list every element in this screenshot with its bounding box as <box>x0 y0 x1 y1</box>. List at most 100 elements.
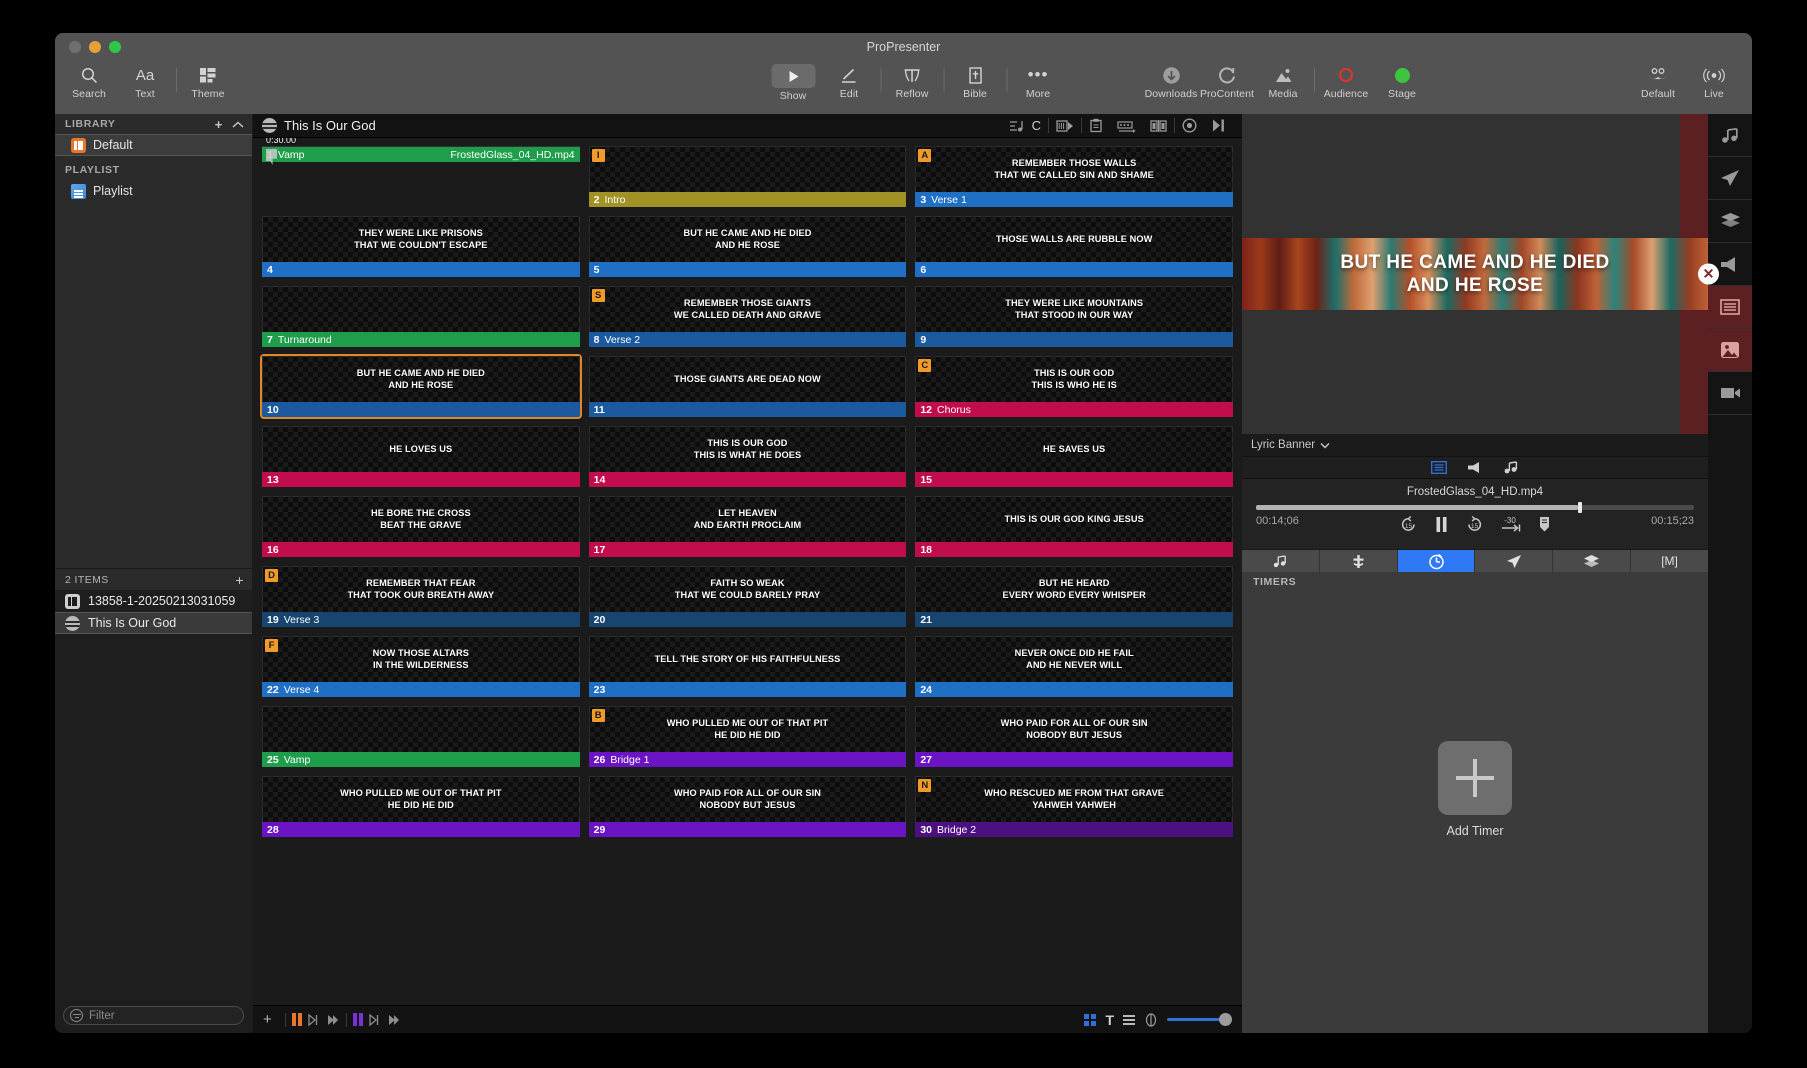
slide-cell[interactable]: F NOW THOSE ALTARS IN THE WILDERNESS 22 Ver… <box>262 636 580 697</box>
layer-selector-label[interactable]: Lyric Banner <box>1251 439 1315 451</box>
slide-cell[interactable]: HE BORE THE CROSS BEAT THE GRAVE 16 <box>262 496 580 557</box>
slide-label-bar[interactable]: 17 <box>588 542 907 557</box>
slide-hotkey-badge[interactable]: C <box>918 359 932 372</box>
toolbar-bible[interactable]: Bible <box>947 64 1003 102</box>
slide-cell[interactable]: I 2 Intro <box>588 146 907 207</box>
slide-cell[interactable]: THEY WERE LIKE PRISONS THAT WE COULDN'T … <box>262 216 580 277</box>
toolbar-reflow[interactable]: Reflow <box>884 64 940 102</box>
slide-hotkey-badge[interactable]: D <box>265 569 278 582</box>
toolbar-search[interactable]: Search <box>61 64 117 100</box>
add-item-button[interactable]: + <box>235 572 244 588</box>
media-playhead[interactable] <box>1577 502 1582 513</box>
compare-icon[interactable] <box>1143 119 1174 133</box>
toolbar-media[interactable]: Media <box>1255 64 1311 100</box>
clear-banner-button[interactable]: ✕ <box>1698 263 1719 285</box>
zoom-button[interactable] <box>109 41 121 53</box>
slide-cell[interactable]: BUT HE HEARD EVERY WORD EVERY WHISPER 21 <box>915 566 1233 627</box>
sidebar-item-default[interactable]: Default <box>55 134 252 156</box>
list-view-icon[interactable] <box>1123 1014 1135 1025</box>
slide-label-bar[interactable]: 23 <box>588 682 907 697</box>
slide-cell[interactable]: WHO PAID FOR ALL OF OUR SIN NOBODY BUT J… <box>915 706 1233 767</box>
slide-cell[interactable]: THOSE WALLS ARE RUBBLE NOW 6 <box>915 216 1233 277</box>
rail-video[interactable] <box>1708 372 1752 415</box>
slide-label-bar[interactable]: 13 <box>262 472 580 487</box>
slide-label-bar[interactable]: 18 <box>915 542 1233 557</box>
slide-cell[interactable]: THIS IS OUR GOD THIS IS WHAT HE DOES 14 <box>588 426 907 487</box>
toolbar-show[interactable]: Show <box>765 64 821 102</box>
announcement-tab[interactable] <box>1464 460 1486 476</box>
slide-label-bar[interactable]: 20 <box>588 612 907 627</box>
slide-label-bar[interactable]: 24 <box>915 682 1233 697</box>
tab-props[interactable] <box>1320 550 1398 572</box>
clipboard-icon[interactable] <box>1082 118 1110 133</box>
slide-cell[interactable]: HE LOVES US 13 <box>262 426 580 487</box>
tab-macros[interactable]: [M] <box>1631 550 1708 572</box>
toolbar-edit[interactable]: Edit <box>821 64 877 102</box>
slide-cell[interactable]: 7 Turnaround <box>262 286 580 347</box>
slide-label-bar[interactable]: 12 Chorus <box>915 402 1233 417</box>
minimize-button[interactable] <box>89 41 101 53</box>
slide-cell[interactable]: D REMEMBER THAT FEAR THAT TOOK OUR BREATH… <box>262 566 580 627</box>
slide-cell[interactable]: S REMEMBER THOSE GIANTS WE CALLED DEATH A… <box>588 286 907 347</box>
slide-label-bar[interactable]: 21 <box>915 612 1233 627</box>
slide-hotkey-badge[interactable]: I <box>591 149 605 162</box>
slide-cell[interactable]: 0:30.001VampFrostedGlass_04_HD.mp4 <box>262 138 580 207</box>
add-slide-button[interactable]: + <box>261 1011 279 1028</box>
slide-cell[interactable]: A REMEMBER THOSE WALLS THAT WE CALLED SIN… <box>915 146 1233 207</box>
slide-cell[interactable]: LET HEAVEN AND EARTH PROCLAIM 17 <box>588 496 907 557</box>
slide-transition-icon[interactable] <box>1049 119 1081 133</box>
slide-cell[interactable]: THIS IS OUR GOD KING JESUS 18 <box>915 496 1233 557</box>
slide-label-bar[interactable]: 22 Verse 4 <box>262 682 580 697</box>
close-button[interactable] <box>69 41 81 53</box>
zoom-slider[interactable] <box>1167 1013 1232 1027</box>
slide-cell[interactable]: BUT HE CAME AND HE DIED AND HE ROSE 10 <box>260 354 582 419</box>
toolbar-downloads[interactable]: Downloads <box>1143 64 1199 100</box>
add-library-button[interactable]: + <box>215 117 223 132</box>
add-timer-button[interactable] <box>1438 741 1512 815</box>
slide-label-bar[interactable]: 16 <box>262 542 580 557</box>
filter-input[interactable]: Filter <box>63 1006 244 1025</box>
slide-hotkey-badge[interactable]: F <box>265 639 278 652</box>
slide-label-bar[interactable]: 5 <box>588 262 907 277</box>
rail-banner[interactable] <box>1708 286 1752 329</box>
timeline-icon[interactable] <box>1110 119 1143 133</box>
slide-label-bar[interactable]: 27 <box>915 752 1233 767</box>
slide-tab[interactable] <box>1428 460 1450 476</box>
slide-label-bar[interactable]: 19 Verse 3 <box>262 612 580 627</box>
text-view-icon[interactable]: T <box>1105 1012 1114 1028</box>
slide-cell[interactable]: TELL THE STORY OF HIS FAITHFULNESS 23 <box>588 636 907 697</box>
slide-label-bar[interactable]: 10 <box>262 402 580 417</box>
toolbar-stage[interactable]: Stage <box>1374 64 1430 100</box>
slide-label-bar[interactable]: 28 <box>262 822 580 837</box>
forward-15-icon[interactable]: 15 <box>1465 515 1484 539</box>
slide-label-bar[interactable]: 30 Bridge 2 <box>915 822 1233 837</box>
toolbar-audience[interactable]: Audience <box>1318 64 1374 100</box>
toolbar-live[interactable]: Live <box>1686 64 1742 100</box>
slide-cell[interactable]: 25 Vamp <box>262 706 580 767</box>
slide-label-bar[interactable]: 25 Vamp <box>262 752 580 767</box>
slide-label-bar[interactable]: 2 Intro <box>588 192 907 207</box>
lyric-banner-preview[interactable]: BUT HE CAME AND HE DIED AND HE ROSE <box>1242 238 1708 310</box>
purple-transition-group[interactable] <box>352 1013 401 1027</box>
slide-label-bar[interactable]: 6 <box>915 262 1233 277</box>
slide-label-bar[interactable]: 29 <box>588 822 907 837</box>
slide-cell[interactable]: C THIS IS OUR GOD THIS IS WHO HE IS 12 Chor… <box>915 356 1233 417</box>
grid-view-icon[interactable] <box>1084 1013 1097 1026</box>
list-item[interactable]: 13858-1-20250213031059 <box>55 590 252 612</box>
toolbar-more[interactable]: ••• More <box>1010 64 1066 102</box>
slide-label-bar[interactable]: 11 <box>588 402 907 417</box>
slide-label-bar[interactable]: 7 Turnaround <box>262 332 580 347</box>
back-15-icon[interactable]: 15 <box>1399 515 1418 539</box>
record-icon[interactable] <box>1175 118 1204 133</box>
pause-icon[interactable] <box>1434 516 1449 538</box>
slide-cell[interactable]: THEY WERE LIKE MOUNTAINS THAT STOOD IN O… <box>915 286 1233 347</box>
slide-cell[interactable]: NEVER ONCE DID HE FAIL AND HE NEVER WILL… <box>915 636 1233 697</box>
toolbar-default-profile[interactable]: Default <box>1630 64 1686 100</box>
tab-layers[interactable] <box>1553 550 1632 572</box>
toolbar-procontent[interactable]: ProContent <box>1199 64 1255 100</box>
slide-cell[interactable]: FAITH SO WEAK THAT WE COULD BARELY PRAY 2… <box>588 566 907 627</box>
slide-label-bar[interactable]: 3 Verse 1 <box>915 192 1233 207</box>
rail-image[interactable] <box>1708 329 1752 372</box>
capo-label[interactable]: C <box>1032 118 1048 133</box>
slide-label-bar[interactable]: 15 <box>915 472 1233 487</box>
